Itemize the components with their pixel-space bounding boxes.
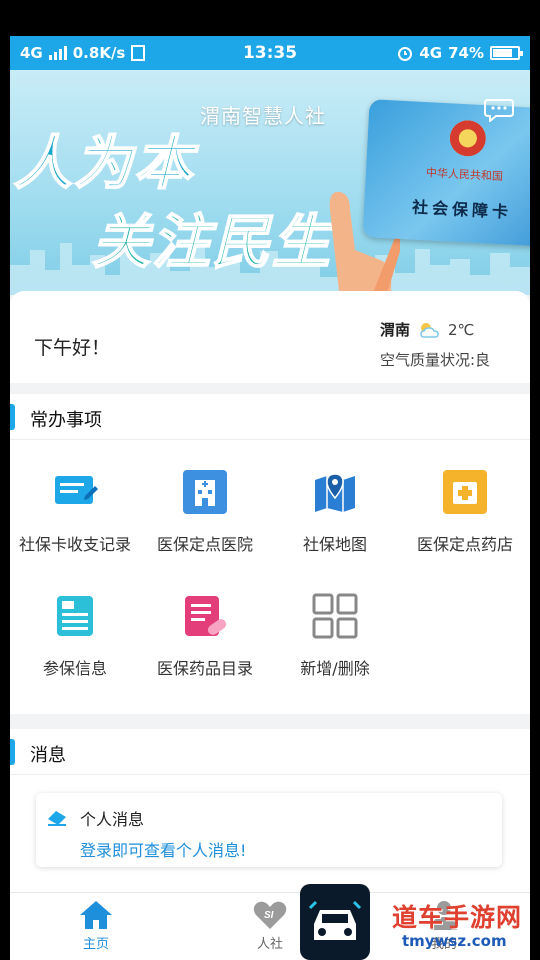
section-header: 消息 (10, 729, 530, 775)
eraser-icon (48, 811, 66, 826)
insurance-info-icon (57, 596, 93, 636)
air-quality: 空气质量状况:良 (380, 351, 491, 369)
weather-city: 渭南 (380, 321, 411, 339)
tab-social-label: 人社 (256, 937, 283, 952)
section-title: 消息 (30, 745, 66, 766)
network-label-right: 4G (419, 44, 443, 62)
partly-cloudy-icon (420, 322, 439, 338)
service-label: 医保定点医院 (156, 535, 253, 554)
banner-slogan-line1: 人为本 (13, 128, 195, 198)
status-right: 4G 74% (397, 44, 523, 62)
chat-bubble-icon[interactable] (484, 98, 514, 122)
left-black-border (0, 36, 10, 960)
watermark-logo (300, 884, 370, 960)
banner-slogan-line2: 关注民生 (91, 207, 333, 277)
top-black-bar (0, 0, 540, 36)
service-drug-catalog[interactable]: 医保药品目录 (140, 572, 270, 692)
card-record-icon (55, 476, 98, 504)
home-icon (80, 901, 112, 929)
national-emblem-icon (448, 119, 487, 158)
banner-carousel[interactable]: 渭南智慧人社 人为本 关注民生 中华人民共和国 社会保障卡 (10, 70, 530, 295)
message-card-title: 个人消息 (80, 810, 145, 829)
card-line2: 社会保障卡 (411, 197, 513, 222)
map-icon (315, 473, 355, 512)
service-label: 新增/删除 (300, 659, 370, 678)
service-hospital[interactable]: 医保定点医院 (140, 448, 270, 568)
grid-add-icon (312, 593, 358, 639)
tab-home-label: 主页 (82, 937, 109, 952)
tab-home[interactable]: 主页 (36, 899, 156, 952)
service-add-remove[interactable]: 新增/删除 (270, 572, 400, 692)
right-black-border (530, 36, 540, 960)
service-map[interactable]: 社保地图 (270, 448, 400, 568)
watermark-text: 道车手游网 (392, 903, 523, 932)
greeting-text: 下午好！ (34, 337, 111, 359)
service-label: 参保信息 (42, 659, 107, 678)
message-login-link[interactable]: 登录即可查看个人消息! (80, 837, 246, 861)
section-accent-bar (10, 739, 15, 765)
card-line1: 中华人民共和国 (425, 166, 504, 184)
weather-info: 渭南 2℃ (380, 319, 474, 340)
service-pharmacy[interactable]: 医保定点药店 (400, 448, 530, 568)
heart-si-icon: SI (253, 901, 287, 929)
services-grid: 社保卡收支记录 医保定点医院 社保地图 医保定点药店 参保信息 医保药品目录 新… (10, 440, 530, 714)
greeting-panel: 下午好！ 渭南 2℃ 空气质量状况:良 (10, 291, 530, 383)
drug-catalog-icon (185, 596, 227, 636)
phone-screen: 4G 0.8K/s 13:35 4G 74% 渭南智慧人社 人为本 关注民生 中… (10, 36, 530, 960)
car-logo-icon (308, 900, 362, 940)
watermark-url: tmywsz.com (402, 932, 507, 950)
common-services-section: 常办事项 社保卡收支记录 医保定点医院 社保地图 医保定点药店 参保信息 医保药… (10, 394, 530, 714)
banner-title: 渭南智慧人社 (200, 104, 326, 128)
section-accent-bar (10, 404, 15, 430)
service-label: 医保定点药店 (416, 535, 513, 554)
battery-icon (490, 46, 523, 60)
service-label: 医保药品目录 (156, 659, 253, 678)
battery-percent: 74% (448, 44, 484, 62)
pharmacy-icon (443, 470, 487, 514)
service-card-record[interactable]: 社保卡收支记录 (10, 448, 140, 568)
svg-text:SI: SI (264, 910, 274, 921)
hospital-icon (183, 470, 227, 514)
service-insurance-info[interactable]: 参保信息 (10, 572, 140, 692)
service-label: 社保卡收支记录 (18, 535, 131, 554)
weather-temperature: 2℃ (448, 320, 475, 339)
service-label: 社保地图 (302, 535, 367, 554)
alarm-icon (398, 47, 413, 61)
personal-message-card[interactable]: 个人消息 登录即可查看个人消息! (36, 793, 502, 867)
section-header: 常办事项 (10, 394, 530, 440)
section-title: 常办事项 (30, 410, 102, 431)
status-bar: 4G 0.8K/s 13:35 4G 74% (10, 36, 530, 70)
messages-section: 消息 个人消息 登录即可查看个人消息! (10, 729, 530, 899)
